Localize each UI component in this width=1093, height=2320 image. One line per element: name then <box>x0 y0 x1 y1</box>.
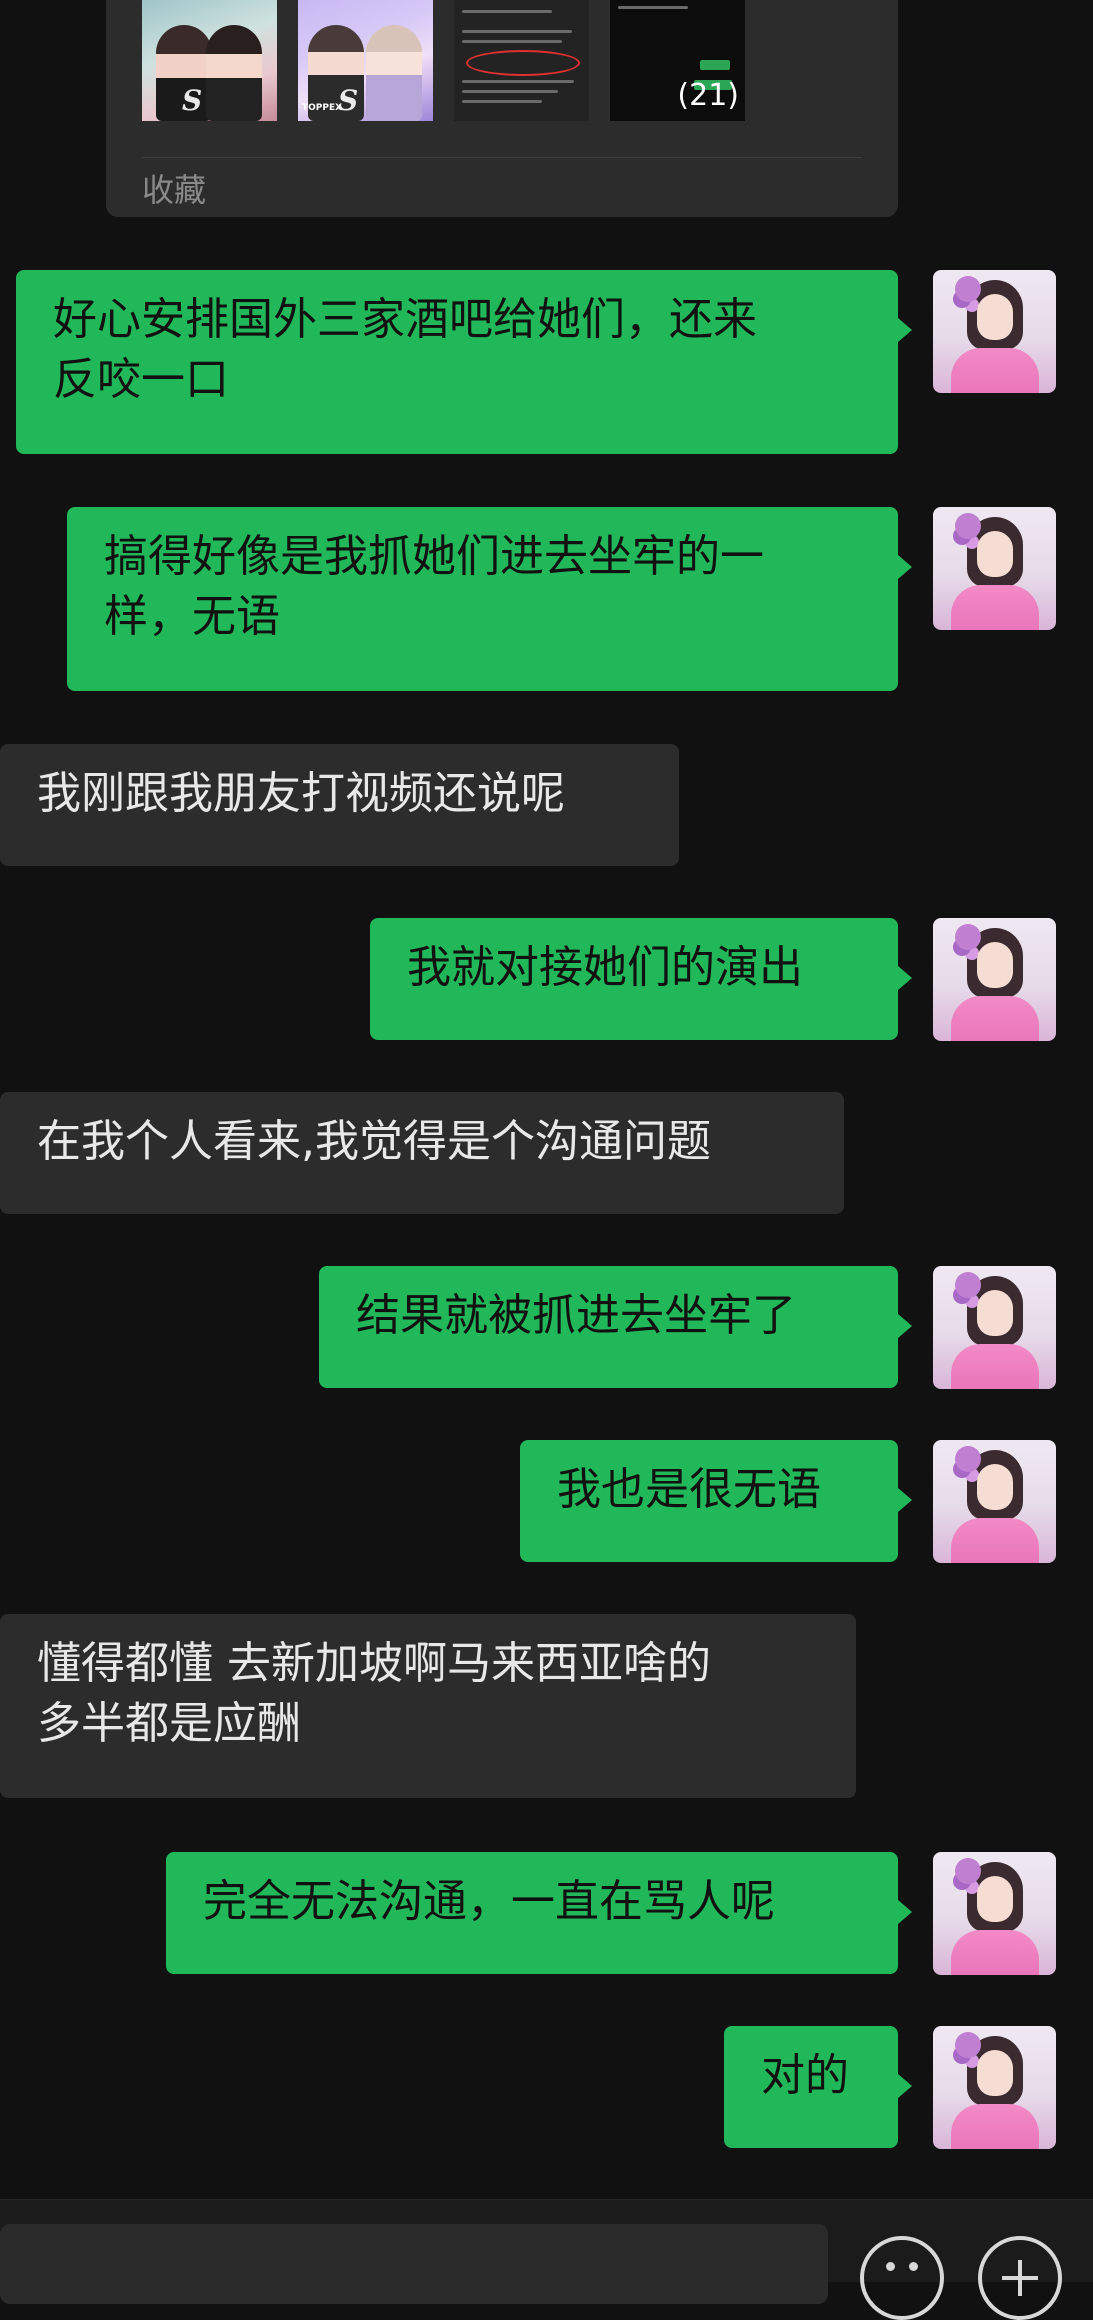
message-text: 完全无法沟通，一直在骂人呢 <box>203 1876 775 1927</box>
screenshot-text-line <box>618 6 688 9</box>
screenshot-highlight <box>466 50 580 76</box>
message-bubble-incoming[interactable]: 懂得都懂 去新加坡啊马来西亚啥的 多半都是应酬 <box>0 1614 856 1798</box>
screenshot-text-line <box>462 30 572 33</box>
thumbnail-poster[interactable]: S <box>142 0 277 121</box>
avatar-flower <box>955 1272 981 1298</box>
message-bubble-outgoing[interactable]: 结果就被抓进去坐牢了 <box>319 1266 912 1388</box>
message-input-bar <box>0 2199 1093 2320</box>
message-text-line: 懂得都懂 去新加坡啊马来西亚啥的 <box>37 1638 711 1689</box>
poster-logo: S <box>338 84 359 117</box>
divider <box>142 157 862 158</box>
message-text: 我就对接她们的演出 <box>407 942 803 993</box>
message-text-line: 反咬一口 <box>53 354 229 405</box>
message-input[interactable] <box>0 2224 828 2304</box>
avatar[interactable] <box>933 270 1056 393</box>
message-text-line: 好心安排国外三家酒吧给她们，还来 <box>53 294 757 345</box>
plus-stroke <box>1018 2260 1022 2296</box>
thumbnail-chat-screenshot[interactable] <box>454 0 589 121</box>
message-text-line: 多半都是应酬 <box>37 1698 301 1749</box>
avatar-flower <box>955 2032 981 2058</box>
message-text-line: 搞得好像是我抓她们进去坐牢的一 <box>104 531 764 582</box>
message-text-line: 样，无语 <box>104 591 280 642</box>
thumbnail-chat-screenshot[interactable]: (21) <box>610 0 745 121</box>
message-text: 对的 <box>761 2050 849 2101</box>
avatar[interactable] <box>933 1852 1056 1975</box>
avatar[interactable] <box>933 1440 1056 1563</box>
message-bubble-incoming[interactable]: 在我个人看来,我觉得是个沟通问题 <box>0 1092 844 1214</box>
message-bubble-outgoing[interactable]: 我就对接她们的演出 <box>370 918 912 1040</box>
screenshot-text-line <box>462 40 562 43</box>
avatar-dress <box>951 1930 1039 1975</box>
thumbnail-poster[interactable]: TOPPEX S <box>298 0 433 121</box>
avatar-flower <box>955 924 981 950</box>
avatar-dress <box>951 1344 1039 1389</box>
emoji-eye <box>886 2262 895 2271</box>
message-bubble-outgoing[interactable]: 对的 <box>724 2026 912 2148</box>
avatar-face <box>977 294 1013 340</box>
poster-brand: TOPPEX <box>302 103 343 113</box>
poster-figure <box>366 25 422 121</box>
smiley-face-icon[interactable] <box>860 2236 944 2320</box>
avatar-face <box>977 2050 1013 2096</box>
avatar-dress <box>951 348 1039 393</box>
avatar-face <box>977 942 1013 988</box>
favorites-card[interactable]: S TOPPEX S (21) 收藏 <box>106 0 898 217</box>
plus-circle-icon[interactable] <box>978 2236 1062 2320</box>
message-text: 我也是很无语 <box>557 1464 821 1515</box>
avatar-flower <box>955 276 981 302</box>
avatar-dress <box>951 996 1039 1041</box>
message-bubble-incoming[interactable]: 我刚跟我朋友打视频还说呢 <box>0 744 679 866</box>
avatar-flower <box>955 513 981 539</box>
avatar[interactable] <box>933 2026 1056 2149</box>
screenshot-text-line <box>462 10 552 13</box>
message-bubble-outgoing[interactable]: 搞得好像是我抓她们进去坐牢的一 样，无语 <box>67 507 912 691</box>
avatar-dress <box>951 585 1039 630</box>
screenshot-text-line <box>462 80 574 83</box>
image-count: (21) <box>677 78 739 113</box>
avatar-flower <box>955 1446 981 1472</box>
message-text: 我刚跟我朋友打视频还说呢 <box>37 768 565 819</box>
favorites-thumbnails: S TOPPEX S (21) <box>142 0 745 121</box>
poster-logo: S <box>182 84 203 117</box>
message-text: 结果就被抓进去坐牢了 <box>356 1290 796 1341</box>
avatar-dress <box>951 1518 1039 1563</box>
avatar-face <box>977 531 1013 577</box>
screenshot-text-line <box>462 90 558 93</box>
avatar[interactable] <box>933 507 1056 630</box>
screenshot-text-line <box>462 100 542 103</box>
avatar-flower <box>955 1858 981 1884</box>
avatar[interactable] <box>933 1266 1056 1389</box>
avatar-dress <box>951 2104 1039 2149</box>
favorites-label: 收藏 <box>142 171 207 209</box>
avatar-face <box>977 1290 1013 1336</box>
poster-figure <box>206 25 262 121</box>
message-bubble-outgoing[interactable]: 好心安排国外三家酒吧给她们，还来 反咬一口 <box>16 270 912 454</box>
screenshot-bubble <box>700 60 730 70</box>
message-bubble-outgoing[interactable]: 我也是很无语 <box>520 1440 912 1562</box>
avatar[interactable] <box>933 918 1056 1041</box>
avatar-face <box>977 1464 1013 1510</box>
message-bubble-outgoing[interactable]: 完全无法沟通，一直在骂人呢 <box>166 1852 912 1974</box>
message-text: 在我个人看来,我觉得是个沟通问题 <box>37 1116 711 1167</box>
avatar-face <box>977 1876 1013 1922</box>
emoji-eye <box>909 2262 918 2271</box>
